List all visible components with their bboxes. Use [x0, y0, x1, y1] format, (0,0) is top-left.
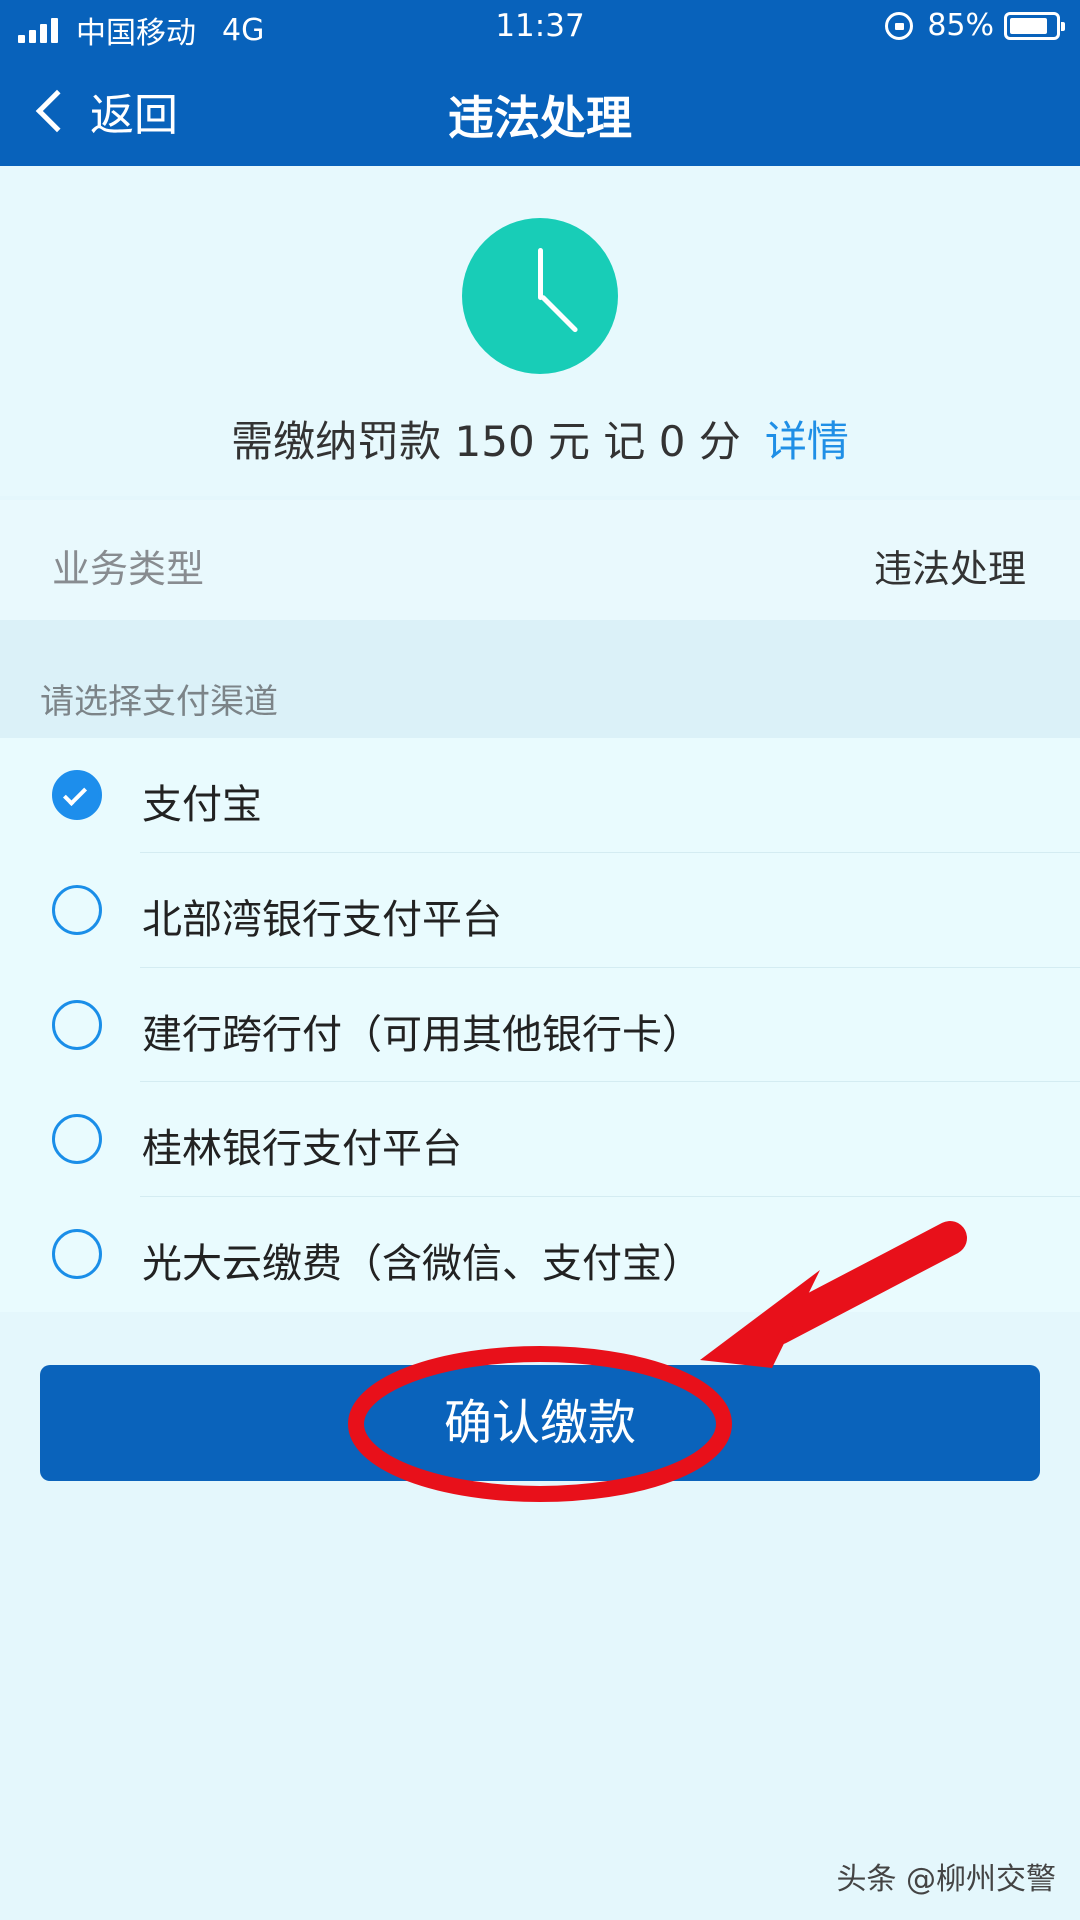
- radio-icon[interactable]: [52, 884, 102, 935]
- payment-option-beibuwan[interactable]: 北部湾银行支付平台: [0, 853, 1080, 968]
- payment-option-alipay[interactable]: 支付宝: [0, 738, 1080, 853]
- business-type-value: 违法处理: [873, 547, 1026, 591]
- status-right: 85%: [885, 8, 1065, 43]
- clock-icon: [462, 218, 618, 374]
- payment-option-everbright[interactable]: 光大云缴费（含微信、支付宝）: [0, 1197, 1080, 1312]
- check-icon: [62, 781, 88, 807]
- radio-icon[interactable]: [52, 1114, 102, 1165]
- radio-checked-icon[interactable]: [52, 770, 102, 820]
- option-label: 光大云缴费（含微信、支付宝）: [142, 1241, 702, 1288]
- confirm-payment-button[interactable]: 确认缴款: [40, 1365, 1040, 1481]
- screen: 中国移动 4G 11:37 85% 返回 违法处理 需缴纳罚款 150 元 记 …: [0, 0, 1080, 1920]
- fine-text: 需缴纳罚款 150 元 记 0 分: [231, 417, 741, 466]
- radio-icon[interactable]: [52, 999, 102, 1050]
- payment-options: 支付宝 北部湾银行支付平台 建行跨行付（可用其他银行卡） 桂林银行支付平台 光大…: [0, 738, 1080, 1312]
- rotation-lock-icon: [885, 11, 914, 40]
- page-title: 违法处理: [448, 91, 632, 145]
- status-bar: 中国移动 4G 11:37 85%: [0, 0, 1080, 56]
- payment-option-ccb[interactable]: 建行跨行付（可用其他银行卡）: [0, 968, 1080, 1083]
- detail-link[interactable]: 详情: [765, 417, 849, 466]
- battery-icon: [1004, 11, 1065, 40]
- battery-percent: 85%: [927, 8, 994, 43]
- business-type-label: 业务类型: [52, 547, 205, 591]
- fine-info: 需缴纳罚款 150 元 记 0 分详情: [0, 408, 1080, 469]
- radio-icon[interactable]: [52, 1229, 102, 1280]
- option-label: 支付宝: [142, 782, 262, 828]
- watermark: 头条 @柳州交警: [836, 1862, 1056, 1897]
- payment-section-header: 请选择支付渠道: [0, 620, 1080, 738]
- payment-option-guilin[interactable]: 桂林银行支付平台: [0, 1082, 1080, 1198]
- option-label: 建行跨行付（可用其他银行卡）: [142, 1011, 702, 1058]
- nav-bar: 返回 违法处理: [0, 56, 1080, 166]
- payment-section-title: 请选择支付渠道: [40, 682, 278, 722]
- option-label: 桂林银行支付平台: [142, 1126, 462, 1173]
- option-label: 北部湾银行支付平台: [142, 896, 502, 943]
- business-type-row: 业务类型 违法处理: [0, 500, 1080, 620]
- fine-summary: 需缴纳罚款 150 元 记 0 分详情: [0, 166, 1080, 496]
